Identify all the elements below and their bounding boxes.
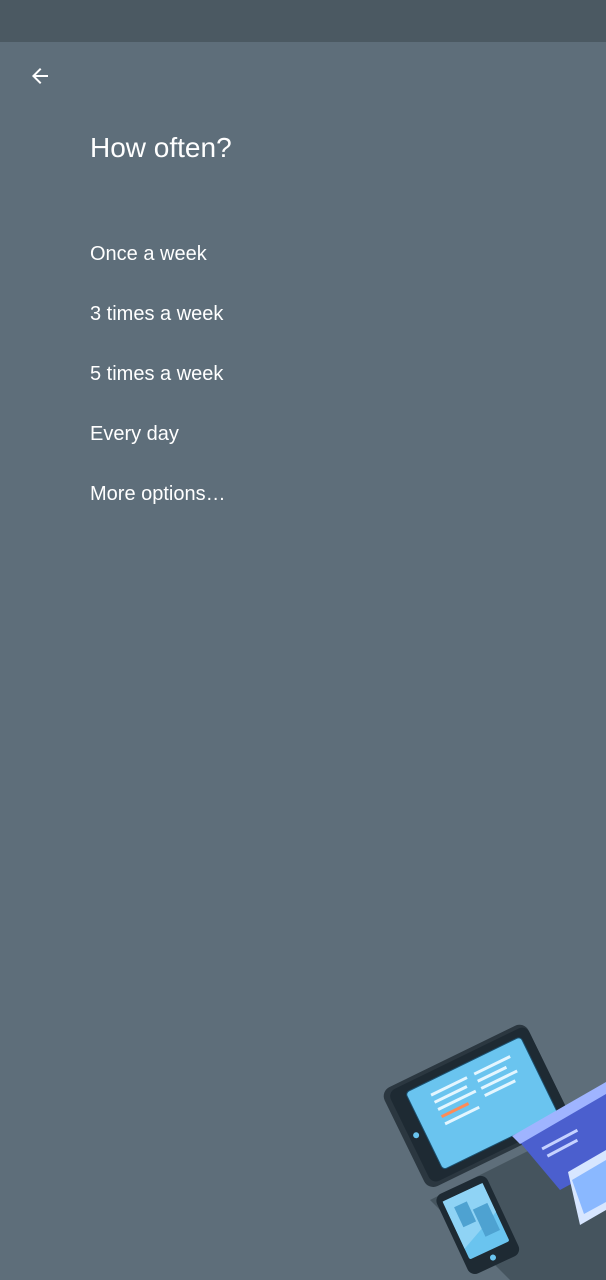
option-every-day[interactable]: Every day xyxy=(90,414,226,474)
arrow-left-icon xyxy=(32,68,48,84)
option-5-times-a-week[interactable]: 5 times a week xyxy=(90,354,226,414)
option-once-a-week[interactable]: Once a week xyxy=(90,234,226,294)
option-more-options[interactable]: More options… xyxy=(90,474,226,534)
status-bar xyxy=(0,0,606,42)
option-3-times-a-week[interactable]: 3 times a week xyxy=(90,294,226,354)
frequency-options-list: Once a week 3 times a week 5 times a wee… xyxy=(90,234,226,534)
back-button[interactable] xyxy=(22,58,58,94)
page-title: How often? xyxy=(90,132,232,163)
devices-illustration xyxy=(360,990,606,1280)
